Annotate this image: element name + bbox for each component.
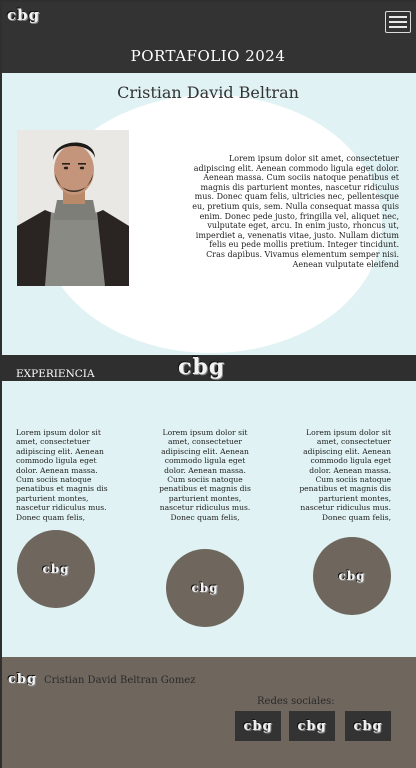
portrait-photo — [17, 130, 129, 286]
experience-text-2: Lorem ipsum dolor sit amet, consectetuer… — [159, 428, 251, 522]
experience-logo: cbg — [178, 354, 226, 380]
experience-circle-logo: cbg — [338, 569, 366, 583]
experience-circle-1[interactable]: cbg — [17, 530, 95, 608]
social-logo: cbg — [297, 718, 327, 734]
bio-text: Lorem ipsum dolor sit amet, consectetuer… — [192, 154, 399, 269]
social-link-1[interactable]: cbg — [235, 711, 281, 741]
person-name: Cristian David Beltran — [117, 83, 299, 102]
footer-name: Cristian David Beltran Gomez — [44, 675, 196, 686]
experience-label: EXPERIENCIA — [16, 368, 95, 380]
experience-text-1: Lorem ipsum dolor sit amet, consectetuer… — [16, 428, 108, 522]
experience-circle-logo: cbg — [42, 562, 70, 576]
experience-text-3: Lorem ipsum dolor sit amet, consectetuer… — [299, 428, 391, 522]
hamburger-menu-icon[interactable] — [385, 11, 411, 33]
experience-circle-2[interactable]: cbg — [166, 549, 244, 627]
social-logo: cbg — [243, 718, 273, 734]
social-logo: cbg — [353, 718, 383, 734]
experience-circle-3[interactable]: cbg — [313, 537, 391, 615]
page-title: PORTAFOLIO 2024 — [130, 47, 286, 65]
footer-logo[interactable]: cbg — [8, 672, 37, 687]
experience-circle-logo: cbg — [191, 581, 219, 595]
social-link-3[interactable]: cbg — [345, 711, 391, 741]
header-logo[interactable]: cbg — [7, 6, 40, 24]
socials-label: Redes sociales: — [257, 696, 335, 707]
social-link-2[interactable]: cbg — [289, 711, 335, 741]
